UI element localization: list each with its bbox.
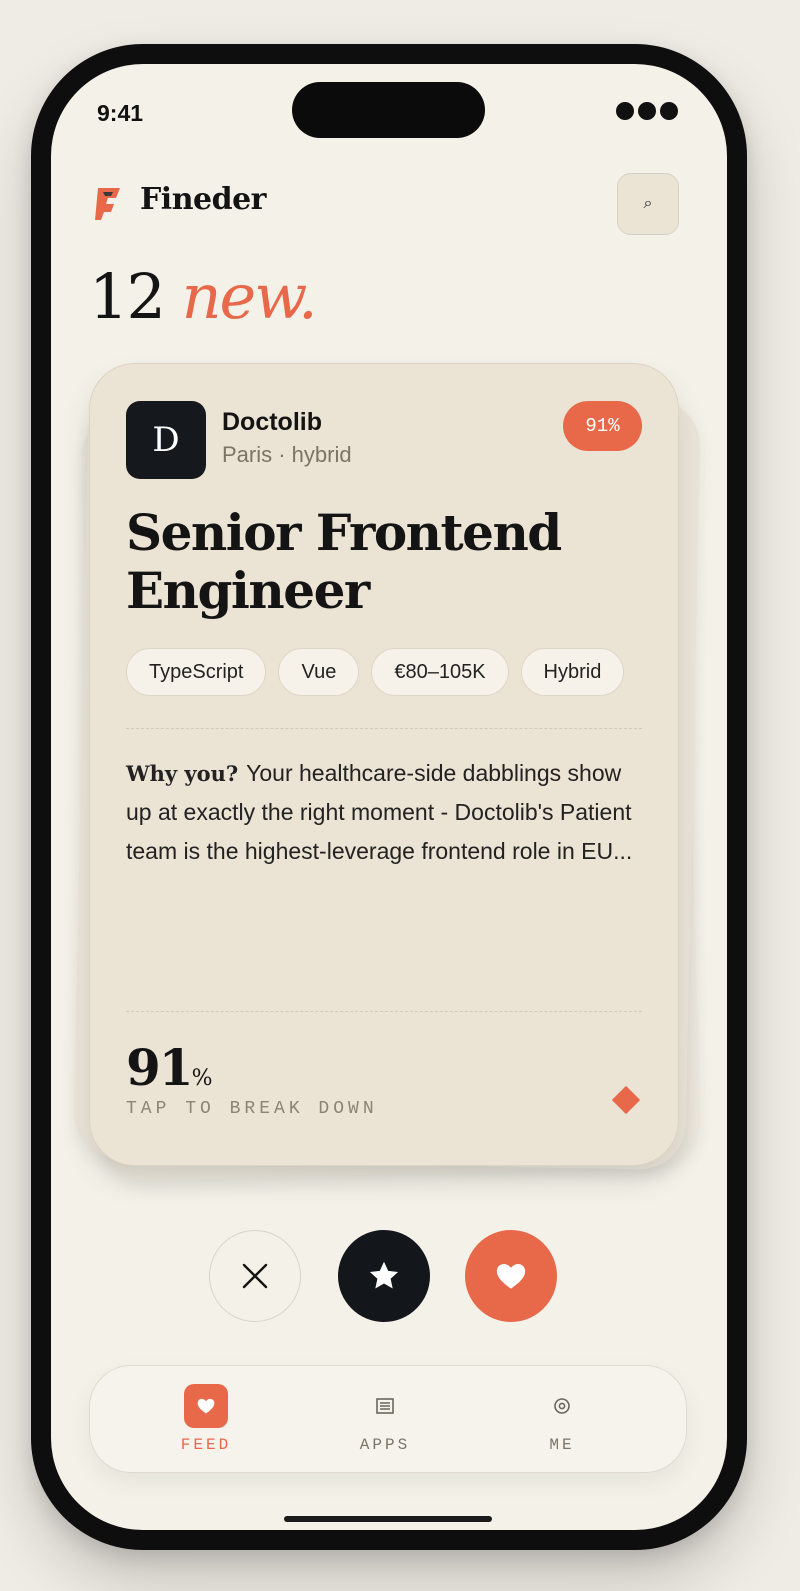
company-location: Paris · hybrid (222, 442, 352, 467)
list-icon (363, 1384, 407, 1428)
headline-accent: new. (181, 260, 318, 333)
tag-chip: Vue (278, 648, 360, 696)
phone-frame: 9:41 Fineder ⌕ 12 new. D Doctolib Paris … (31, 44, 747, 1550)
home-indicator (284, 1516, 492, 1522)
status-indicators-icon (616, 102, 678, 120)
app-screen: 9:41 Fineder ⌕ 12 new. D Doctolib Paris … (51, 64, 727, 1530)
tag-chip: TypeScript (126, 648, 267, 696)
target-icon (540, 1384, 584, 1428)
card-divider (126, 1011, 642, 1012)
headline-count: 12 (89, 260, 166, 333)
heart-icon (184, 1384, 228, 1428)
match-badge: 91% (563, 401, 642, 451)
tag-chip: €80–105K (371, 648, 509, 696)
company-logo: D (126, 401, 206, 479)
tab-label: ME (549, 1436, 575, 1454)
why-you-label: Why you? (126, 761, 239, 786)
tab-label: APPS (359, 1436, 411, 1454)
tab-apps[interactable]: APPS (335, 1384, 435, 1454)
match-score-unit: % (191, 1066, 213, 1091)
fineder-logo-icon (95, 188, 120, 220)
page-headline: 12 new. (89, 260, 318, 333)
like-button[interactable] (465, 1230, 557, 1322)
job-title: Senior Frontend Engineer (126, 503, 562, 620)
diamond-icon (611, 1085, 641, 1115)
tab-label: FEED (180, 1436, 232, 1454)
company-name: Doctolib (222, 408, 322, 436)
tab-feed[interactable]: FEED (156, 1384, 256, 1454)
card-divider (126, 728, 642, 729)
match-score-value: 91 (126, 1038, 194, 1097)
job-card[interactable]: D Doctolib Paris · hybrid 91% Senior Fro… (89, 363, 679, 1166)
pass-button[interactable] (209, 1230, 301, 1322)
search-button[interactable]: ⌕ (617, 173, 679, 235)
bottom-tab-bar: FEED APPS ME (89, 1365, 687, 1473)
tag-chip: Hybrid (520, 648, 625, 696)
tag-list: TypeScript Vue €80–105K Hybrid (126, 648, 625, 696)
match-score[interactable]: 91% (126, 1038, 213, 1097)
heart-icon (496, 1263, 526, 1289)
status-time: 9:41 (97, 100, 144, 126)
brand-name: Fineder (140, 182, 266, 217)
search-icon: ⌕ (643, 195, 653, 212)
superlike-button[interactable] (338, 1230, 430, 1322)
why-you-section: Why you? Your healthcare-side dabblings s… (126, 754, 646, 871)
close-icon (242, 1263, 268, 1289)
star-icon (369, 1261, 399, 1289)
tab-me[interactable]: ME (512, 1384, 612, 1454)
tap-to-break-down-label[interactable]: TAP TO BREAK DOWN (126, 1099, 378, 1119)
dynamic-island (292, 82, 485, 138)
